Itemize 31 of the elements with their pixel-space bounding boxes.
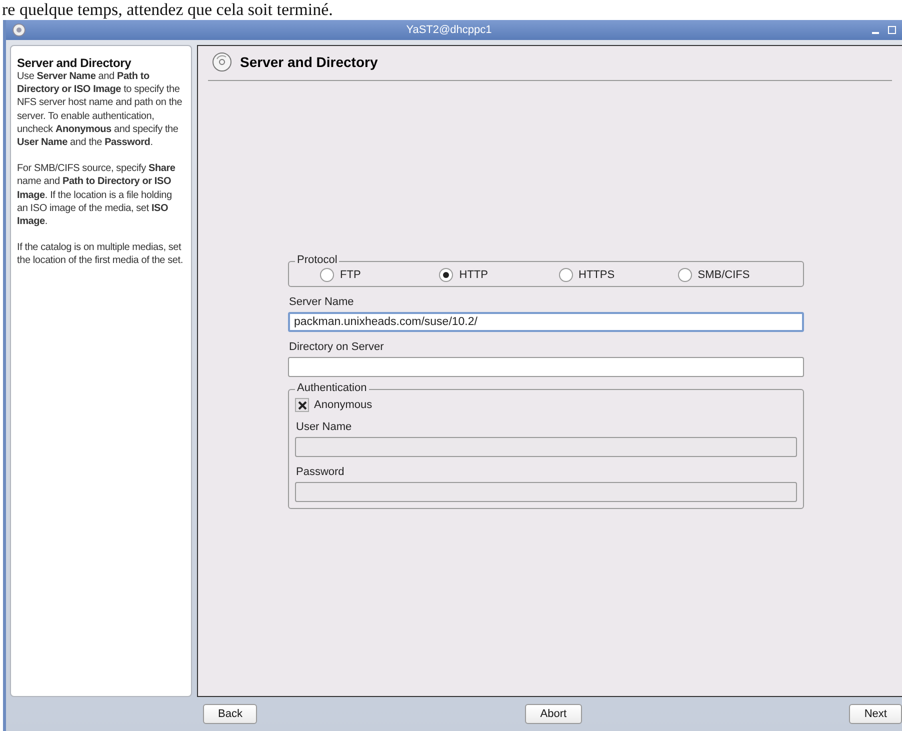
help-paragraph: If the catalog is on multiple medias, set the location of the first media of the set. xyxy=(17,241,184,268)
checkbox-label: Anonymous xyxy=(314,399,372,411)
caption-text: re quelque temps, attendez que cela soit terminé. xyxy=(1,0,334,20)
disc-icon xyxy=(212,52,232,72)
radio-option[interactable]: SMB/CIFS xyxy=(678,268,797,282)
field-label: Server Name xyxy=(289,296,355,308)
field-label: User Name xyxy=(296,421,353,433)
field-label: Password xyxy=(296,466,346,478)
group-label: Authentication xyxy=(295,382,369,394)
group-label: Protocol xyxy=(295,254,340,266)
radio-button[interactable] xyxy=(558,268,572,282)
app-icon xyxy=(12,23,26,37)
maximize-icon[interactable] xyxy=(888,26,896,34)
radio-button[interactable] xyxy=(320,268,334,282)
radio-option[interactable]: HTTP xyxy=(439,268,558,282)
radio-button[interactable] xyxy=(439,268,454,282)
input-field[interactable] xyxy=(288,357,804,377)
page-title: Server and Directory xyxy=(240,54,378,70)
window-title: YaST2@dhcppc1 xyxy=(405,24,493,36)
dialog-button[interactable]: Back xyxy=(203,704,258,724)
help-title: Server and Directory xyxy=(17,56,132,70)
field-label: Directory on Server xyxy=(289,341,385,353)
dialog-button[interactable]: Next xyxy=(849,704,902,724)
radio-option[interactable]: FTP xyxy=(320,268,440,282)
radio-button[interactable] xyxy=(678,268,692,282)
checkbox[interactable] xyxy=(295,398,309,412)
radio-option[interactable]: HTTPS xyxy=(558,268,678,282)
input-field[interactable]: packman.unixheads.com/suse/10.2/ xyxy=(288,312,804,332)
help-paragraph: Use Server Name and Path to Directory or ISO Image to specify the NFS server host name and path on the server. To enable authentication, uncheck Anonymous and specify the User Name and the Password. xyxy=(17,70,184,150)
dialog-button[interactable]: Abort xyxy=(525,704,582,724)
help-paragraph: For SMB/CIFS source, specify Share name and Path to Directory or ISO Image. If the location is a file holding an ISO image of the media, set ISO Image. xyxy=(17,162,176,228)
